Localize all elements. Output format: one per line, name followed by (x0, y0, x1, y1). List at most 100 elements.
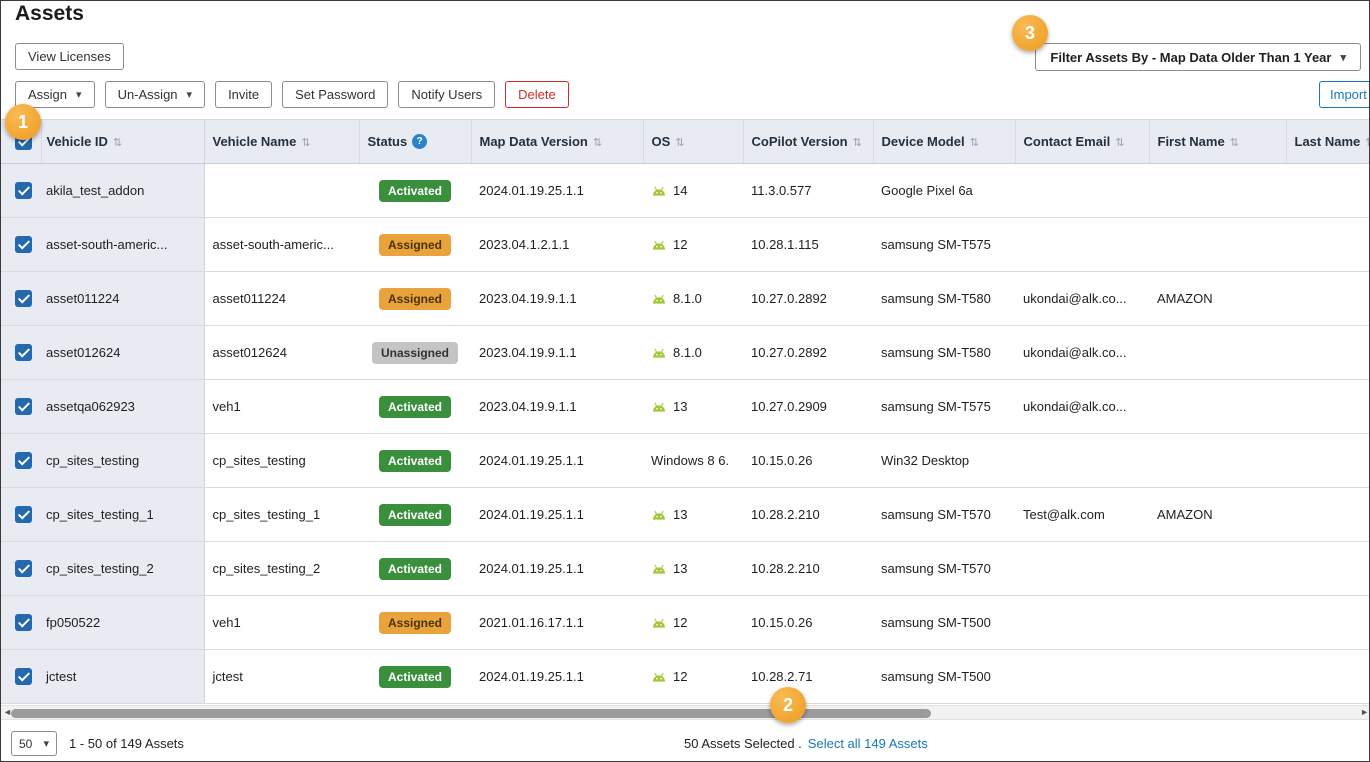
contact-email-cell (1015, 542, 1149, 596)
assets-table: Vehicle ID Vehicle Name Status Map Data … (1, 119, 1370, 704)
map-data-version-cell: 2024.01.19.25.1.1 (471, 488, 643, 542)
vehicle-id-cell: cp_sites_testing_1 (41, 488, 204, 542)
delete-button[interactable]: Delete (505, 81, 569, 108)
map-data-version-cell: 2023.04.19.9.1.1 (471, 326, 643, 380)
status-badge: Activated (379, 396, 451, 418)
sort-icon[interactable] (1115, 134, 1124, 149)
os-version: 12 (673, 669, 687, 684)
row-checkbox[interactable] (15, 506, 32, 523)
contact-email-cell: ukondai@alk.co... (1015, 380, 1149, 434)
callout-step-3: 3 (1012, 15, 1048, 51)
status-badge: Unassigned (372, 342, 458, 364)
row-checkbox[interactable] (15, 452, 32, 469)
column-header-first-name[interactable]: First Name (1158, 134, 1225, 149)
sort-icon[interactable] (113, 134, 122, 149)
last-name-cell (1286, 164, 1370, 218)
page-title: Assets (15, 2, 84, 26)
last-name-cell (1286, 650, 1370, 704)
page-size-select[interactable]: 50 (11, 731, 57, 756)
assets-page: Assets View Licenses 3 Filter Assets By … (0, 0, 1370, 762)
row-checkbox[interactable] (15, 398, 32, 415)
android-icon (651, 509, 667, 521)
column-header-status[interactable]: Status (368, 134, 408, 149)
column-header-vehicle-id[interactable]: Vehicle ID (47, 134, 108, 149)
import-button[interactable]: Import (1319, 81, 1370, 108)
column-header-copilot-version[interactable]: CoPilot Version (752, 134, 848, 149)
set-password-button[interactable]: Set Password (282, 81, 388, 108)
copilot-version-cell: 10.27.0.2892 (743, 272, 873, 326)
device-model-cell: samsung SM-T570 (873, 542, 1015, 596)
android-icon (651, 617, 667, 629)
device-model-cell: samsung SM-T580 (873, 272, 1015, 326)
last-name-cell (1286, 218, 1370, 272)
first-name-cell (1149, 164, 1286, 218)
scroll-right-icon[interactable] (1360, 707, 1369, 717)
column-header-map-data-version[interactable]: Map Data Version (480, 134, 588, 149)
row-checkbox[interactable] (15, 182, 32, 199)
status-badge: Assigned (379, 234, 451, 256)
contact-email-cell: ukondai@alk.co... (1015, 272, 1149, 326)
sort-icon[interactable] (1230, 134, 1239, 149)
sort-icon[interactable] (970, 134, 979, 149)
column-header-vehicle-name[interactable]: Vehicle Name (213, 134, 297, 149)
status-badge: Activated (379, 666, 451, 688)
device-model-cell: samsung SM-T500 (873, 596, 1015, 650)
contact-email-cell (1015, 218, 1149, 272)
sort-icon[interactable] (1365, 134, 1370, 149)
column-header-contact-email[interactable]: Contact Email (1024, 134, 1111, 149)
contact-email-cell: Test@alk.com (1015, 488, 1149, 542)
copilot-version-cell: 10.28.1.115 (743, 218, 873, 272)
notify-users-button[interactable]: Notify Users (398, 81, 495, 108)
os-version: 12 (673, 237, 687, 252)
map-data-version-cell: 2024.01.19.25.1.1 (471, 542, 643, 596)
column-header-os[interactable]: OS (652, 134, 671, 149)
unassign-button[interactable]: Un-Assign (105, 81, 206, 108)
first-name-cell (1149, 380, 1286, 434)
sort-icon[interactable] (593, 134, 602, 149)
sort-icon[interactable] (675, 134, 684, 149)
android-icon (651, 401, 667, 413)
map-data-version-cell: 2023.04.1.2.1.1 (471, 218, 643, 272)
table-row: cp_sites_testing_1 cp_sites_testing_1 Ac… (1, 488, 1370, 542)
row-checkbox[interactable] (15, 236, 32, 253)
os-version: 8.1.0 (673, 345, 702, 360)
sort-icon[interactable] (853, 134, 862, 149)
device-model-cell: Win32 Desktop (873, 434, 1015, 488)
last-name-cell (1149, 650, 1286, 704)
table-row: assetqa062923 veh1 Activated 2023.04.19.… (1, 380, 1370, 434)
view-licenses-button[interactable]: View Licenses (15, 43, 124, 70)
device-model-cell: Google Pixel 6a (873, 164, 1015, 218)
column-header-device-model[interactable]: Device Model (882, 134, 965, 149)
vehicle-name-cell (204, 164, 359, 218)
row-checkbox[interactable] (15, 344, 32, 361)
sort-icon[interactable] (301, 134, 310, 149)
copilot-version-cell: 10.15.0.26 (743, 596, 873, 650)
copilot-version-cell: 10.28.2.210 (743, 542, 873, 596)
device-model-cell: samsung SM-T575 (873, 380, 1015, 434)
vehicle-name-cell: cp_sites_testing_1 (204, 488, 359, 542)
column-header-last-name[interactable]: Last Name (1295, 134, 1361, 149)
copilot-version-cell: 10.15.0.26 (743, 434, 873, 488)
last-name-cell (1286, 488, 1370, 542)
os-version: 13 (673, 561, 687, 576)
vehicle-id-cell: cp_sites_testing_2 (41, 542, 204, 596)
first-name-cell (1149, 434, 1286, 488)
vehicle-id-cell: asset011224 (41, 272, 204, 326)
filter-assets-dropdown[interactable]: Filter Assets By - Map Data Older Than 1… (1035, 43, 1361, 71)
status-badge: Activated (379, 504, 451, 526)
row-checkbox[interactable] (15, 560, 32, 577)
vehicle-id-cell: akila_test_addon (41, 164, 204, 218)
vehicle-id-cell: jctest (41, 650, 204, 704)
horizontal-scrollbar[interactable] (1, 705, 1370, 720)
row-checkbox[interactable] (15, 290, 32, 307)
vehicle-name-cell: asset-south-americ... (204, 218, 359, 272)
invite-button[interactable]: Invite (215, 81, 272, 108)
contact-email-cell (1015, 164, 1149, 218)
row-checkbox[interactable] (15, 614, 32, 631)
table-row: fp050522 veh1 Assigned 2021.01.16.17.1.1… (1, 596, 1370, 650)
status-help-icon[interactable] (412, 134, 427, 149)
row-checkbox[interactable] (15, 668, 32, 685)
selected-count-text: 50 Assets Selected . (684, 736, 802, 751)
select-all-link[interactable]: Select all 149 Assets (808, 736, 928, 751)
os-version: 13 (673, 507, 687, 522)
